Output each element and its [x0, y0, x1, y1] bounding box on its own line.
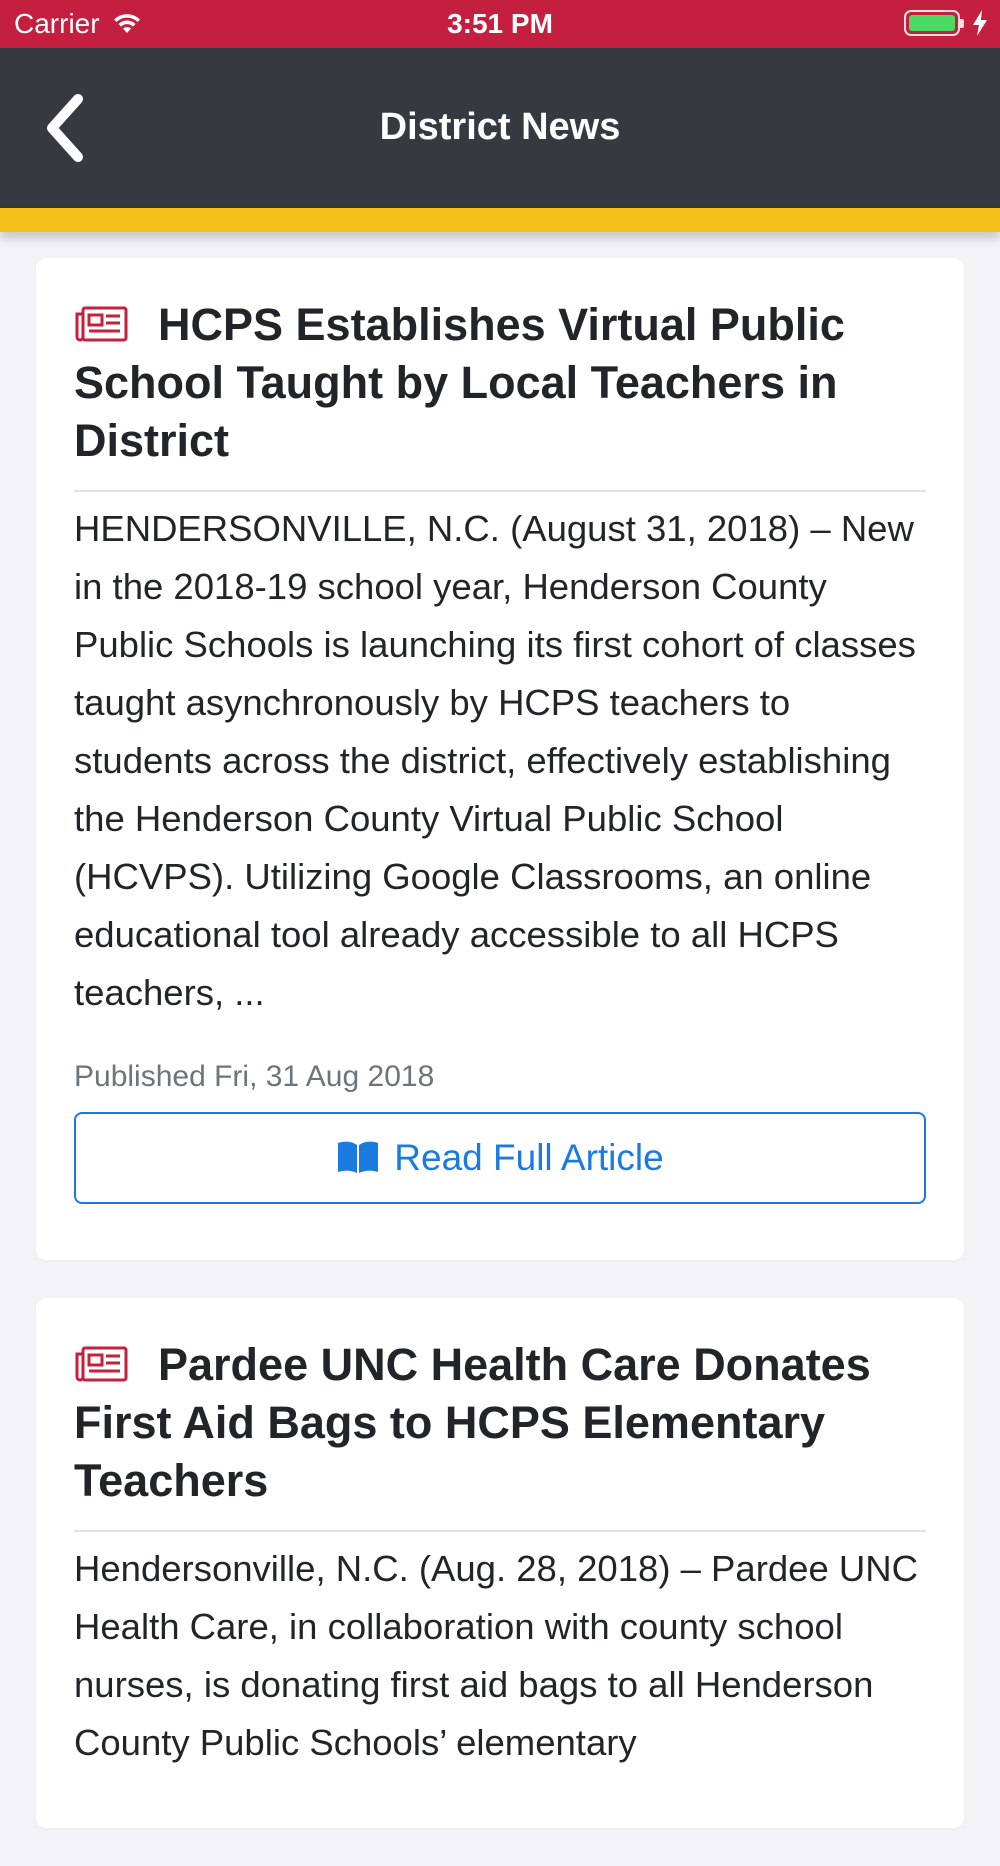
open-book-icon — [338, 1141, 379, 1173]
read-full-article-button[interactable]: Read Full Article — [74, 1112, 926, 1204]
article-excerpt: HENDERSONVILLE, N.C. (August 31, 2018) –… — [74, 508, 916, 1013]
article-published-date: Published Fri, 31 Aug 2018 — [74, 1060, 435, 1093]
charging-bolt-icon — [973, 10, 987, 36]
news-card: HCPS Establishes Virtual Public School T… — [36, 258, 964, 1260]
article-excerpt: Hendersonville, N.C. (Aug. 28, 2018) – P… — [74, 1548, 918, 1763]
nav-bar: District News — [0, 48, 1000, 208]
article-title-text: Pardee UNC Health Care Donates First Aid… — [74, 1339, 871, 1506]
status-right — [904, 10, 988, 36]
article-title: HCPS Establishes Virtual Public School T… — [74, 296, 926, 492]
status-bar: Carrier 3:51 PM — [0, 0, 1000, 48]
battery-icon — [904, 10, 964, 36]
article-title: Pardee UNC Health Care Donates First Aid… — [74, 1336, 926, 1532]
page-title: District News — [379, 106, 621, 148]
nav-accent-stripe — [0, 208, 1000, 232]
read-full-article-label: Read Full Article — [394, 1137, 664, 1178]
newspaper-icon — [75, 306, 128, 342]
newspaper-icon — [75, 1346, 128, 1382]
news-feed[interactable]: HCPS Establishes Virtual Public School T… — [36, 258, 964, 1866]
status-time: 3:51 PM — [447, 8, 553, 39]
news-card: Pardee UNC Health Care Donates First Aid… — [36, 1298, 964, 1828]
article-title-text: HCPS Establishes Virtual Public School T… — [74, 299, 845, 466]
